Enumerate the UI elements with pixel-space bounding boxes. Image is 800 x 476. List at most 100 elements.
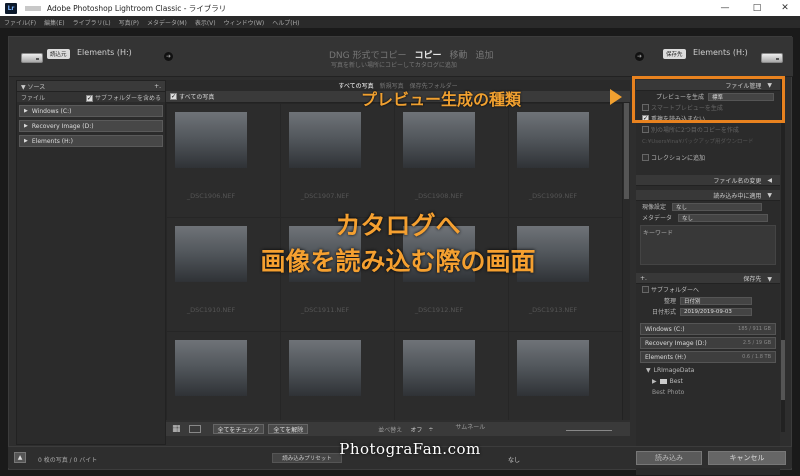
volume-recovery[interactable]: ▶ Recovery Image (D:) <box>19 120 163 132</box>
right-scrollbar[interactable] <box>781 80 785 432</box>
source-arrow-icon[interactable]: ➜ <box>164 52 173 61</box>
thumbnail-filename: _DSC1909.NEF <box>528 192 578 200</box>
add-collection-row[interactable]: コレクションに追加 <box>636 152 780 163</box>
thumbnail-cell[interactable]: _DSC1909.NEF <box>508 103 622 218</box>
thumbnail-cell[interactable]: _DSC1906.NEF <box>166 103 281 218</box>
dest-volume-elements[interactable]: Elements (H:) 0.6 / 1.8 TB <box>640 351 776 363</box>
thumbnail-size-slider[interactable] <box>566 430 612 431</box>
uncheck-all-button[interactable]: 全てを解除 <box>268 424 309 434</box>
dest-volume-recovery[interactable]: Recovery Image (D:) 2.5 / 19 GB <box>640 337 776 349</box>
menu-metadata[interactable]: メタデータ(M) <box>147 18 187 27</box>
menu-photo[interactable]: 写真(P) <box>119 18 139 27</box>
photo-thumbnail[interactable] <box>403 112 475 168</box>
thumbnail-cell[interactable]: _DSC1907.NEF <box>280 103 395 218</box>
include-subfolders-checkbox[interactable]: ✓ <box>85 94 93 102</box>
folder-best[interactable]: ▶ Best <box>636 376 780 387</box>
keyword-field[interactable]: キーワード <box>640 225 776 265</box>
annotation-arrow-icon <box>610 89 622 105</box>
expand-icon: ▶ <box>24 123 28 129</box>
photo-thumbnail[interactable] <box>175 340 247 396</box>
photo-thumbnail[interactable] <box>403 340 475 396</box>
check-all-button[interactable]: 全てをチェック <box>212 424 265 434</box>
second-copy-row[interactable]: 別の場所に2つ目のコピーを作成 <box>636 124 780 135</box>
apply-header[interactable]: 読み込み中に適用 ▼ <box>636 190 780 201</box>
photo-thumbnail[interactable] <box>517 112 589 168</box>
window-title: Adobe Photoshop Lightroom Classic - ライブラ… <box>47 3 227 13</box>
menu-file[interactable]: ファイル(F) <box>4 18 36 27</box>
preview-annotation: プレビュー生成の種類 <box>361 90 522 109</box>
files-row: ファイル ✓ サブフォルダーを含める <box>17 92 165 102</box>
add-source-icon[interactable]: +. <box>154 83 161 90</box>
loupe-view-icon[interactable] <box>188 425 201 433</box>
maximize-button[interactable]: □ <box>742 0 772 16</box>
grid-view-icon[interactable]: ▦ <box>172 424 181 434</box>
folder-best-photo[interactable]: Best Photo <box>636 387 780 398</box>
thumbnail-cell[interactable] <box>508 331 622 420</box>
rename-header[interactable]: ファイル名の変更 ◀ <box>636 175 780 186</box>
photo-thumbnail[interactable] <box>289 112 361 168</box>
collapse-icon[interactable]: ▲ <box>14 452 26 463</box>
files-label: ファイル <box>21 94 46 102</box>
add-dest-icon[interactable]: +. <box>640 275 647 282</box>
menu-library[interactable]: ライブラリ(L) <box>73 18 111 27</box>
menu-view[interactable]: 表示(V) <box>195 18 216 27</box>
sort-label: 並べ替え <box>378 426 403 434</box>
source-drive-icon <box>21 53 43 63</box>
date-format-select[interactable]: 2019/2019-09-03 <box>680 307 752 316</box>
menu-window[interactable]: ウィンドウ(W) <box>224 18 265 27</box>
mode-description: 写真を新しい場所にコピーしてカタログに追加 <box>331 62 457 69</box>
dest-volume-windows[interactable]: Windows (C:) 185 / 911 GB <box>640 323 776 335</box>
into-subfolder-row[interactable]: サブフォルダーへ <box>636 284 780 295</box>
volume-windows[interactable]: ▶ Windows (C:) <box>19 105 163 117</box>
menu-edit[interactable]: 編集(E) <box>44 18 64 27</box>
thumbnail-cell[interactable]: _DSC1908.NEF <box>394 103 509 218</box>
destination-header[interactable]: +. 保存先 ▼ <box>636 273 780 284</box>
right-scrollbar-thumb[interactable] <box>781 340 785 400</box>
date-format-row: 日付形式 2019/2019-09-03 <box>636 306 780 317</box>
source-drive-name[interactable]: Elements (H:) <box>77 48 132 57</box>
volume-elements[interactable]: ▶ Elements (H:) <box>19 135 163 147</box>
photo-thumbnail[interactable] <box>175 112 247 168</box>
cancel-button[interactable]: キャンセル <box>708 451 786 465</box>
grid-scrollbar-thumb[interactable] <box>624 103 629 199</box>
metadata-select[interactable]: なし <box>678 213 769 222</box>
second-copy-path[interactable]: C:¥Users¥ina¥パックアップ用ダウンロード <box>636 135 780 146</box>
right-panel: ファイル管理 ▼ プレビューを生成 標準 スマートプレビューを生成 ✓ 重複を読み込… <box>636 80 780 475</box>
develop-row: 現像設定 なし <box>636 201 780 212</box>
date-format-label: 日付形式 <box>651 309 676 316</box>
photo-thumbnail[interactable] <box>517 340 589 396</box>
thumbnail-size-label: サムネール <box>455 423 486 431</box>
thumbnail-cell[interactable] <box>394 331 509 420</box>
thumbnail-filename: _DSC1913.NEF <box>528 306 578 314</box>
site-watermark: PhotograFan.com <box>339 440 481 458</box>
dest-drive-name[interactable]: Elements (H:) <box>693 48 748 57</box>
mode-add[interactable]: 追加 <box>476 48 494 61</box>
develop-label: 現像設定 <box>642 204 667 211</box>
preview-highlight-box <box>632 76 785 123</box>
source-badge: 読込元 <box>47 49 70 59</box>
organize-row: 整理 日付別 <box>636 295 780 306</box>
organize-select[interactable]: 日付別 <box>680 296 752 305</box>
source-panel-header[interactable]: ▼ ソース +. <box>17 81 165 92</box>
photo-thumbnail[interactable] <box>289 340 361 396</box>
close-button[interactable]: ✕ <box>770 0 800 16</box>
thumbnail-cell[interactable] <box>166 331 281 420</box>
import-button[interactable]: 読み込み <box>636 451 702 465</box>
sort-dropdown-icon[interactable]: ÷ <box>428 426 433 433</box>
develop-select[interactable]: なし <box>672 202 763 211</box>
menu-bar: ファイル(F) 編集(E) ライブラリ(L) 写真(P) メタデータ(M) 表示… <box>0 16 800 28</box>
sort-select[interactable]: オフ <box>410 425 422 434</box>
menu-help[interactable]: ヘルプ(H) <box>272 18 299 27</box>
expand-icon: ▶ <box>24 108 28 114</box>
folder-lrimagedata[interactable]: ▼ LRImageData <box>636 365 780 376</box>
photo-count: 0 枚の写真 / 0 バイト <box>38 457 98 464</box>
include-subfolders-option[interactable]: ✓ サブフォルダーを含める <box>85 93 161 102</box>
minimize-button[interactable]: — <box>710 0 740 16</box>
all-photos-checkbox[interactable]: ✓ <box>170 93 177 100</box>
dest-arrow-icon[interactable]: ➜ <box>635 52 644 61</box>
expand-icon: ▶ <box>24 138 28 144</box>
center-annotation-line2: 画像を読み込む際の画面 <box>260 247 536 276</box>
thumbnail-cell[interactable] <box>280 331 395 420</box>
folder-icon <box>659 379 667 384</box>
thumbnail-filename: _DSC1911.NEF <box>300 306 350 314</box>
